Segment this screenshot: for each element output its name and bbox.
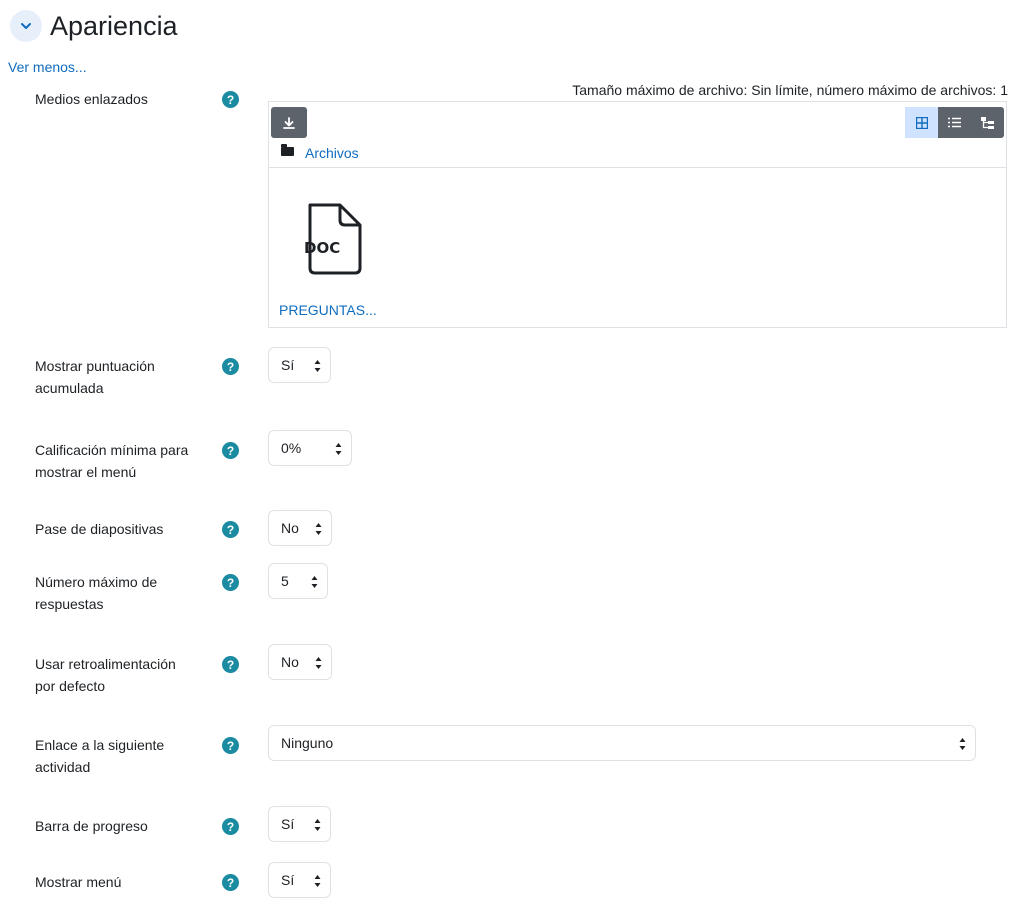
folder-icon — [281, 144, 294, 156]
sort-arrows-icon — [314, 360, 321, 372]
field-label-progress-bar: Barra de progreso — [35, 818, 148, 834]
section-title: Apariencia — [50, 11, 178, 41]
sort-arrows-icon — [314, 875, 321, 887]
sort-arrows-icon — [314, 819, 321, 831]
next-activity-link-select[interactable]: Ninguno — [268, 725, 976, 761]
upload-button[interactable] — [271, 107, 307, 138]
section-header: Apariencia — [10, 10, 178, 42]
field-label-min-grade-menu: Calificación mínima para mostrar el menú — [35, 442, 189, 480]
help-icon[interactable]: ? — [222, 91, 239, 108]
help-icon[interactable]: ? — [222, 442, 239, 459]
help-icon[interactable]: ? — [222, 818, 239, 835]
min-grade-menu-select[interactable]: 0% — [268, 430, 352, 466]
sort-arrows-icon — [315, 523, 322, 535]
progress-bar-select[interactable]: Sí — [268, 806, 331, 842]
download-icon — [283, 116, 295, 129]
field-label-next-activity-link: Enlace a la siguiente actividad — [35, 737, 165, 775]
sort-arrows-icon — [959, 738, 966, 750]
sort-arrows-icon — [311, 576, 318, 588]
default-feedback-select[interactable]: No — [268, 644, 332, 680]
sort-arrows-icon — [335, 443, 342, 455]
help-icon[interactable]: ? — [222, 358, 239, 375]
breadcrumb-files-link[interactable]: Archivos — [305, 145, 359, 161]
sort-arrows-icon — [315, 657, 322, 669]
collapse-section-button[interactable] — [10, 10, 42, 42]
help-icon[interactable]: ? — [222, 574, 239, 591]
list-icon — [948, 117, 961, 128]
field-label-slideshow: Pase de diapositivas — [35, 521, 164, 537]
help-icon[interactable]: ? — [222, 521, 239, 538]
file-item[interactable]: DOC — [304, 202, 364, 276]
slideshow-select[interactable]: No — [268, 510, 332, 546]
show-menu-select[interactable]: Sí — [268, 862, 331, 898]
file-name-link[interactable]: PREGUNTAS... — [279, 302, 377, 318]
show-less-link[interactable]: Ver menos... — [8, 59, 87, 75]
help-icon[interactable]: ? — [222, 656, 239, 673]
view-tree-button[interactable] — [971, 107, 1004, 138]
chevron-down-icon — [21, 23, 31, 29]
field-label-linked-media: Medios enlazados — [35, 91, 148, 107]
doc-file-icon: DOC — [304, 203, 362, 275]
help-icon[interactable]: ? — [222, 737, 239, 754]
file-type-label: DOC — [304, 239, 340, 257]
field-label-show-cumulative-score: Mostrar puntuación acumulada — [35, 358, 155, 396]
field-label-default-feedback: Usar retroalimentación por defecto — [35, 656, 176, 694]
max-answers-select[interactable]: 5 — [268, 563, 328, 599]
filepicker-breadcrumb: Archivos — [269, 140, 1006, 168]
view-icons-button[interactable] — [905, 107, 938, 138]
file-manager: Archivos DOC PREGUNTAS... — [268, 101, 1007, 328]
grid-icon — [915, 116, 928, 129]
field-label-show-menu: Mostrar menú — [35, 874, 122, 890]
view-mode-switcher — [905, 107, 1004, 138]
tree-icon — [981, 116, 994, 129]
show-cumulative-score-select[interactable]: Sí — [268, 347, 331, 383]
view-list-button[interactable] — [938, 107, 971, 138]
help-icon[interactable]: ? — [222, 874, 239, 891]
filepicker-limits-info: Tamaño máximo de archivo: Sin límite, nú… — [572, 82, 1008, 98]
field-label-max-answers: Número máximo de respuestas — [35, 574, 158, 612]
